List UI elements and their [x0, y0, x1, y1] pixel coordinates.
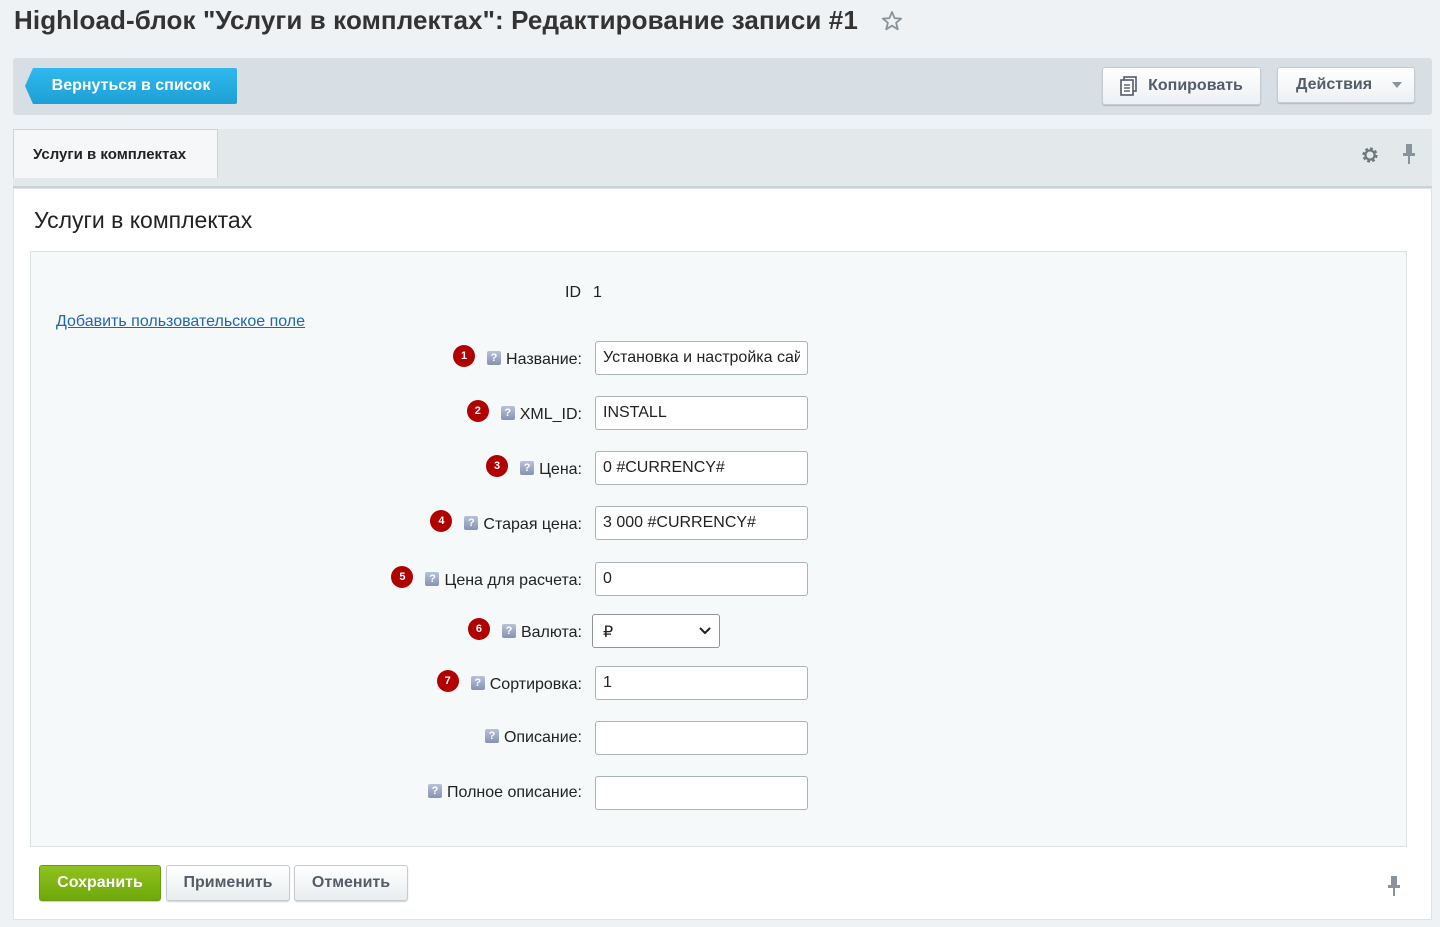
help-icon[interactable]: ?: [487, 351, 502, 365]
chevron-down-icon: [1392, 82, 1402, 88]
help-icon[interactable]: ?: [425, 572, 440, 586]
field-label: Название:: [506, 351, 582, 368]
price-input[interactable]: [595, 451, 808, 485]
field-label: Описание:: [503, 729, 582, 746]
step-badge: 2: [466, 400, 489, 422]
field-row-name: 1? Название:: [31, 341, 1408, 375]
field-label: Сортировка:: [489, 676, 582, 693]
copy-button[interactable]: Копировать: [1102, 67, 1261, 105]
field-row-sort: 7? Сортировка:: [31, 666, 1408, 700]
field-row-old-price: 4? Старая цена:: [31, 506, 1408, 540]
step-badge: 7: [436, 670, 459, 692]
calc-price-input[interactable]: [595, 562, 808, 596]
field-row-xml-id: 2? XML_ID:: [31, 396, 1408, 430]
step-badge: 4: [430, 510, 453, 532]
apply-button[interactable]: Применить: [166, 865, 290, 901]
toolbar: Вернуться в список Копировать Действия: [13, 58, 1432, 115]
field-label: Цена:: [539, 461, 582, 478]
help-icon[interactable]: ?: [500, 406, 515, 420]
help-icon[interactable]: ?: [464, 516, 479, 530]
add-custom-field-link[interactable]: Добавить пользовательское поле: [56, 313, 305, 331]
id-label: ID: [565, 284, 581, 301]
field-row-price: 3? Цена:: [31, 451, 1408, 485]
chevron-down-icon: [699, 627, 711, 635]
field-row-currency: 6? Валюта: ₽: [31, 614, 1408, 648]
help-icon[interactable]: ?: [501, 624, 516, 638]
step-badge: 6: [467, 618, 490, 640]
field-row-calc-price: 5? Цена для расчета:: [31, 562, 1408, 596]
field-row-description: ? Описание:: [31, 721, 1408, 755]
currency-select-value: ₽: [603, 624, 614, 641]
gear-icon[interactable]: [1360, 145, 1380, 165]
save-button[interactable]: Сохранить: [39, 865, 161, 901]
field-label: Валюта:: [520, 624, 582, 641]
pin-icon[interactable]: [1386, 875, 1402, 897]
tab-services-in-bundles[interactable]: Услуги в комплектах: [13, 129, 218, 178]
copy-button-label: Копировать: [1148, 77, 1243, 94]
tab-bar: Услуги в комплектах: [13, 129, 1432, 188]
field-row-full-description: ? Полное описание:: [31, 776, 1408, 810]
field-label: Полное описание:: [447, 784, 582, 801]
cancel-button[interactable]: Отменить: [294, 865, 408, 901]
page-title-text: Highload-блок "Услуги в комплектах": Ред…: [14, 5, 858, 35]
back-to-list-button[interactable]: Вернуться в список: [25, 68, 237, 104]
old-price-input[interactable]: [595, 506, 808, 540]
sort-input[interactable]: [595, 666, 808, 700]
name-input[interactable]: [595, 341, 808, 375]
form-area: ID 1 Добавить пользовательское поле 1? На…: [30, 251, 1407, 847]
field-label: Цена для расчета:: [444, 572, 582, 589]
help-icon[interactable]: ?: [428, 784, 443, 798]
xml-id-input[interactable]: [595, 396, 808, 430]
edit-form-panel: Услуги в комплектах ID 1 Добавить пользо…: [13, 188, 1432, 920]
actions-dropdown-button[interactable]: Действия: [1277, 67, 1415, 103]
field-label: XML_ID:: [519, 406, 582, 423]
id-value: 1: [593, 284, 602, 301]
field-label: Старая цена:: [483, 516, 582, 533]
star-icon[interactable]: [880, 9, 904, 33]
step-badge: 5: [391, 566, 414, 588]
step-badge: 1: [453, 345, 476, 367]
full-description-input[interactable]: [595, 776, 808, 810]
page-title: Highload-блок "Услуги в комплектах": Ред…: [14, 5, 904, 36]
help-icon[interactable]: ?: [520, 461, 535, 475]
copy-icon: [1120, 76, 1137, 96]
step-badge: 3: [486, 455, 509, 477]
help-icon[interactable]: ?: [470, 676, 485, 690]
help-icon[interactable]: ?: [484, 729, 499, 743]
actions-button-label: Действия: [1296, 76, 1373, 93]
pin-icon[interactable]: [1401, 143, 1417, 165]
currency-select[interactable]: ₽: [592, 614, 720, 648]
section-title: Услуги в комплектах: [34, 207, 253, 233]
description-input[interactable]: [595, 721, 808, 755]
